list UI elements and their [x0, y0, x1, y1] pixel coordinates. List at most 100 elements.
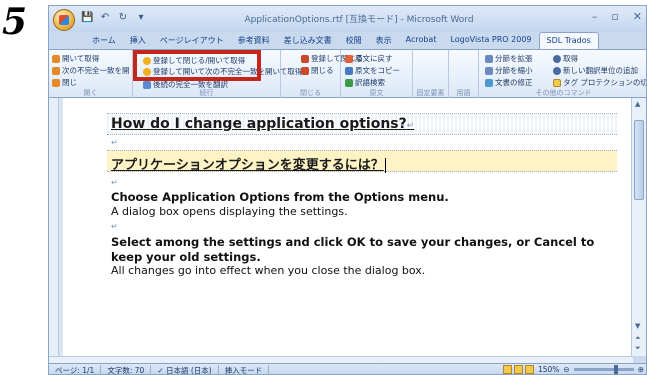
insert-mode[interactable]: 挿入モード — [219, 364, 270, 374]
group-placeables: 固定要素 — [413, 50, 449, 99]
close-segment-label: 閉じ — [62, 78, 77, 87]
group-label-placeables: 固定要素 — [416, 89, 445, 97]
scroll-up-icon[interactable]: ▲ — [635, 100, 640, 108]
scroll-thumb[interactable] — [634, 120, 644, 200]
status-bar: ページ: 1/1 文字数: 70 ✓ 日本語 (日本) 挿入モード 150% ⊖… — [49, 363, 646, 374]
add-new-tu-button[interactable]: 新しい翻訳単位の追加 — [553, 65, 638, 76]
highlight-box — [133, 50, 261, 81]
copy-source-label: 原文をコピー — [355, 66, 400, 75]
tab-page-layout[interactable]: ページレイアウト — [153, 32, 231, 49]
close-segment-button[interactable]: 閉じ — [52, 77, 77, 88]
concordance-button[interactable]: 訳語検索 — [345, 77, 385, 88]
zoom-out-icon[interactable]: ⊖ — [563, 365, 569, 374]
word-count[interactable]: 文字数: 70 — [101, 364, 152, 374]
heading-japanese[interactable]: アプリケーションオプションを変更するには？ — [111, 154, 386, 173]
office-button[interactable] — [53, 9, 75, 31]
restore-source-button[interactable]: 原文に戻す — [345, 53, 393, 64]
paragraph-mark: ↵ — [111, 178, 118, 187]
concordance-icon — [345, 78, 353, 87]
quick-access-toolbar: 💾 ↶ ↻ ▾ — [81, 12, 147, 24]
redo-icon[interactable]: ↻ — [117, 12, 129, 24]
title-bar: 💾 ↶ ↻ ▾ ApplicationOptions.rtf [互換モード] -… — [49, 6, 646, 32]
shrink-segment-label: 分節を縮小 — [495, 66, 533, 75]
close-segment-icon — [52, 78, 60, 87]
print-layout-icon[interactable] — [502, 365, 512, 374]
tab-insert[interactable]: 挿入 — [123, 32, 153, 49]
heading-japanese-text: アプリケーションオプションを変更するには？ — [111, 158, 384, 173]
step-number: 5 — [2, 1, 28, 43]
tab-acrobat[interactable]: Acrobat — [399, 32, 444, 49]
paragraph-1-text: A dialog box opens displaying the settin… — [111, 205, 348, 218]
ribbon: 開いて取得 次の不完全一致を開 閉じ 開く 登録して閉じる/開いて取得 登録して… — [49, 49, 646, 99]
restore-source-label: 原文に戻す — [355, 54, 393, 63]
text-cursor — [384, 158, 386, 173]
document-page[interactable]: How do I change application options?↵ ↵ … — [63, 98, 633, 356]
fix-document-button[interactable]: 文書の修正 — [485, 77, 533, 88]
maximize-button[interactable]: ▫ — [611, 10, 618, 23]
paragraph-2-bold-line-2: keep your old settings. — [111, 250, 261, 264]
open-next-fuzzy-button[interactable]: 次の不完全一致を開 — [52, 65, 130, 76]
copy-source-button[interactable]: 原文をコピー — [345, 65, 400, 76]
save-icon[interactable]: 💾 — [81, 12, 93, 24]
tab-review[interactable]: 校閲 — [339, 32, 369, 49]
minimize-button[interactable]: – — [592, 10, 598, 23]
tag-protection-toggle[interactable]: タグ プロテクションの切り替え — [553, 77, 646, 88]
concordance-label: 訳語検索 — [355, 78, 385, 87]
language[interactable]: ✓ 日本語 (日本) — [151, 364, 219, 374]
view-buttons — [502, 365, 534, 374]
next-page-icon[interactable]: ⏷ — [635, 344, 641, 353]
close-button[interactable]: ✕ — [633, 10, 642, 23]
fix-document-label: 文書の修正 — [495, 78, 533, 87]
zoom-slider-thumb[interactable] — [613, 365, 618, 374]
close-button-ribbon[interactable]: 閉じる — [301, 65, 334, 76]
heading-english-text: How do I change application options? — [111, 116, 407, 132]
office-logo-icon — [59, 15, 69, 25]
open-get-label: 開いて取得 — [62, 54, 100, 63]
get-label: 取得 — [563, 54, 578, 63]
group-label-terms: 用語 — [456, 89, 471, 97]
group-source: 原文に戻す 原文をコピー 訳語検索 原文 — [341, 50, 413, 99]
tab-references[interactable]: 参考資料 — [231, 32, 277, 49]
zoom-controls: 150% ⊖ ⊕ — [502, 365, 644, 374]
scroll-down-icon[interactable]: ▼ — [635, 322, 640, 330]
fix-document-icon — [485, 78, 493, 87]
open-icon — [52, 54, 60, 63]
get-button[interactable]: 取得 — [553, 53, 578, 64]
open-get-button[interactable]: 開いて取得 — [52, 53, 99, 64]
expand-segment-button[interactable]: 分節を拡張 — [485, 53, 533, 64]
group-other: 分節を拡張 分節を縮小 文書の修正 取得 新しい翻訳単位の追加 タグ プロテクシ… — [479, 50, 646, 99]
get-icon — [553, 54, 561, 63]
set-close-icon — [301, 54, 309, 63]
undo-icon[interactable]: ↶ — [99, 12, 111, 24]
page-count[interactable]: ページ: 1/1 — [49, 364, 102, 374]
paragraph-mark: ↵ — [406, 121, 415, 131]
customize-qat-icon[interactable]: ▾ — [135, 12, 147, 24]
tab-sdl-trados[interactable]: SDL Trados — [538, 32, 599, 49]
restore-source-icon — [345, 54, 353, 63]
add-tu-icon — [553, 66, 561, 75]
vertical-ruler — [49, 98, 59, 356]
copy-source-icon — [345, 66, 353, 75]
tab-view[interactable]: 表示 — [369, 32, 399, 49]
ribbon-tabs: ホーム 挿入 ページレイアウト 参考資料 差し込み文書 校閲 表示 Acroba… — [49, 32, 646, 49]
zoom-in-icon[interactable]: ⊕ — [638, 365, 644, 374]
close-ribbon-label: 閉じる — [311, 66, 334, 75]
tab-mailings[interactable]: 差し込み文書 — [277, 32, 339, 49]
window-title: ApplicationOptions.rtf [互換モード] - Microso… — [244, 15, 474, 25]
group-open: 開いて取得 次の不完全一致を開 閉じ 開く — [49, 50, 133, 99]
web-layout-icon[interactable] — [524, 365, 534, 374]
shrink-segment-button[interactable]: 分節を縮小 — [485, 65, 533, 76]
expand-segment-label: 分節を拡張 — [495, 54, 533, 63]
paragraph-mark: ↵ — [111, 222, 118, 231]
tag-protection-icon — [553, 78, 561, 87]
word-window: 💾 ↶ ↻ ▾ ApplicationOptions.rtf [互換モード] -… — [48, 5, 647, 375]
zoom-level[interactable]: 150% — [538, 365, 559, 374]
full-screen-icon[interactable] — [513, 365, 523, 374]
close-ribbon-icon — [301, 66, 309, 75]
tab-home[interactable]: ホーム — [85, 32, 123, 49]
heading-english: How do I change application options?↵ — [111, 116, 414, 132]
prev-page-icon[interactable]: ⏶ — [635, 334, 641, 343]
tab-logovista[interactable]: LogoVista PRO 2009 — [443, 32, 538, 49]
vertical-scrollbar[interactable]: ▲ ▼ ⏶ ⏷ — [631, 98, 646, 356]
zoom-slider[interactable] — [573, 365, 634, 374]
